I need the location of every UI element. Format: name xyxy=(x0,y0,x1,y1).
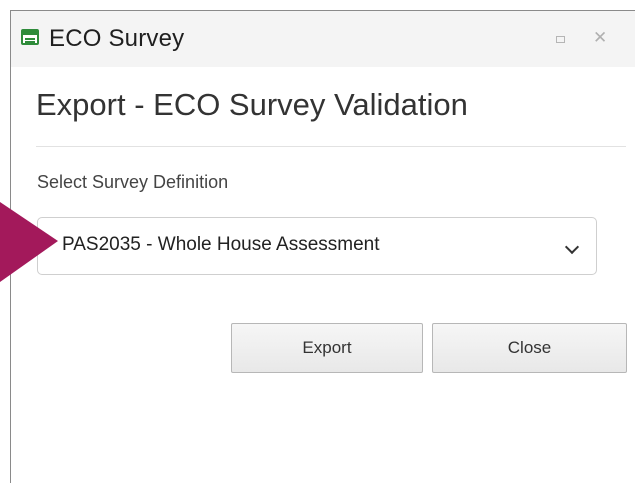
survey-definition-select[interactable]: PAS2035 - Whole House Assessment xyxy=(37,217,597,275)
close-button[interactable]: Close xyxy=(432,323,627,373)
survey-definition-value: PAS2035 - Whole House Assessment xyxy=(62,234,380,255)
screen: ECO Survey ✕ Export - ECO Survey Validat… xyxy=(0,0,635,483)
maximize-icon[interactable] xyxy=(556,36,565,43)
window-titlebar[interactable]: ECO Survey ✕ xyxy=(11,11,635,67)
survey-definition-label: Select Survey Definition xyxy=(37,172,229,192)
heading-divider xyxy=(36,146,626,147)
chevron-down-icon xyxy=(564,239,580,255)
export-button[interactable]: Export xyxy=(231,323,423,373)
dialog-heading: Export - ECO Survey Validation xyxy=(36,87,468,122)
close-icon[interactable]: ✕ xyxy=(593,28,607,48)
window-title: ECO Survey xyxy=(49,25,185,52)
eco-survey-window: ECO Survey ✕ Export - ECO Survey Validat… xyxy=(10,10,635,483)
form-window-icon xyxy=(21,29,39,45)
